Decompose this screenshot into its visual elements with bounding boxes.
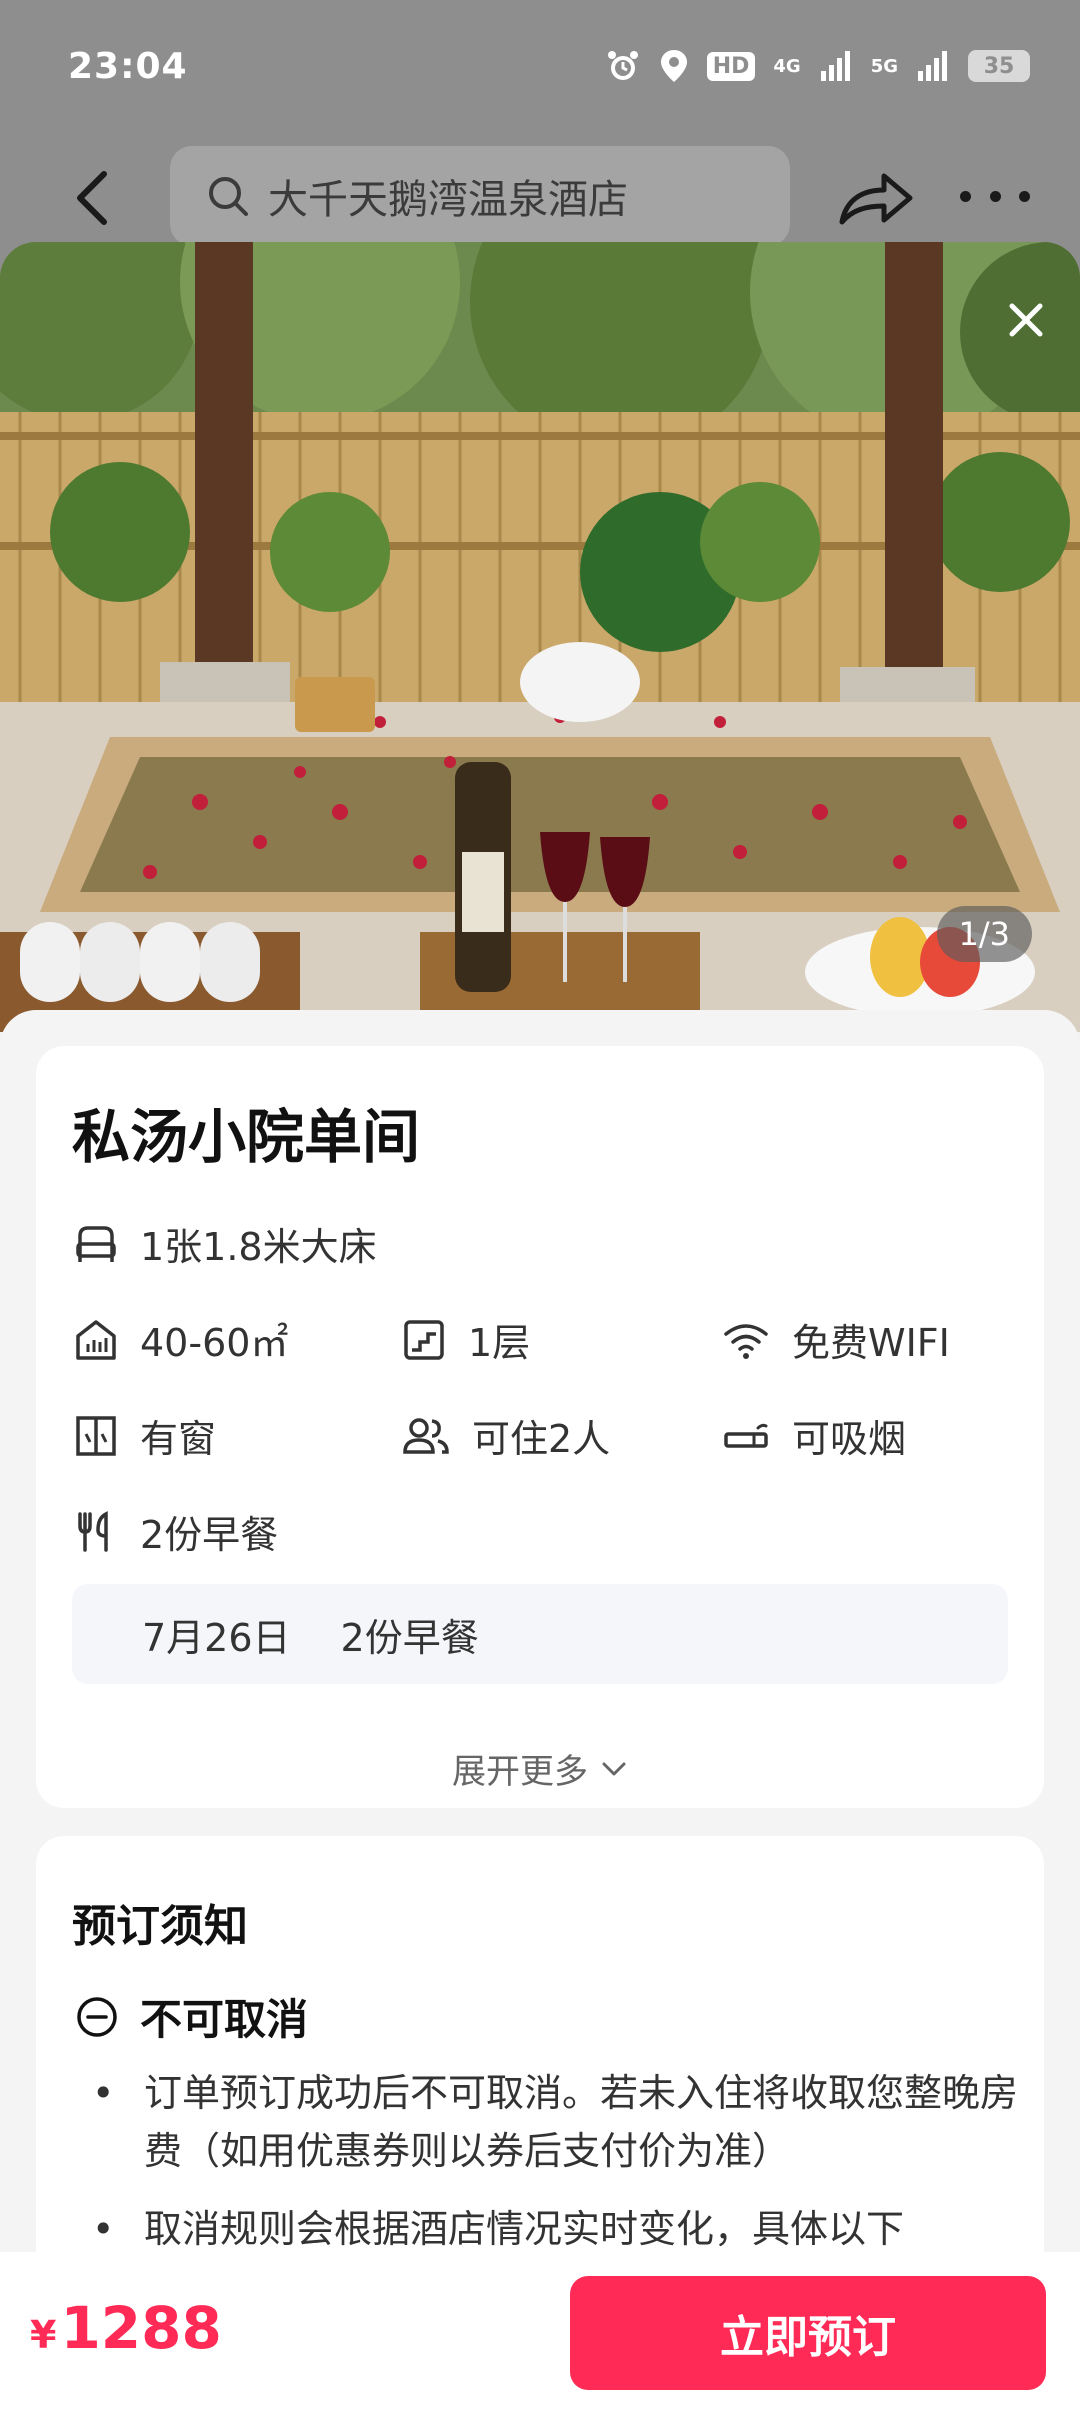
room-detail-sheet: 私汤小院单间 1张1.8米大床 40-60㎡ 1层 免费WIFI 有窗 可住2人 <box>0 1010 1080 2412</box>
close-button[interactable] <box>998 292 1054 348</box>
share-button[interactable] <box>836 166 916 230</box>
feature-wifi: 免费WIFI <box>722 1312 950 1367</box>
search-text: 大千天鹅湾温泉酒店 <box>268 177 628 223</box>
room-info-card: 私汤小院单间 1张1.8米大床 40-60㎡ 1层 免费WIFI 有窗 可住2人 <box>36 1046 1044 1808</box>
hd-badge: HD <box>706 51 756 81</box>
more-icon <box>989 190 1001 202</box>
feature-breakfast: 2份早餐 <box>74 1504 278 1559</box>
book-now-button[interactable]: 立即预订 <box>570 2276 1046 2390</box>
feature-smoking: 可吸烟 <box>722 1408 906 1463</box>
wifi-icon <box>724 1323 768 1359</box>
notice-title: 预订须知 <box>72 1901 248 1952</box>
status-time: 23:04 <box>68 46 188 87</box>
smoking-icon <box>724 1423 768 1448</box>
breakfast-icon <box>78 1510 108 1552</box>
feature-window-text: 有窗 <box>140 1417 217 1461</box>
feature-window: 有窗 <box>74 1408 216 1463</box>
network-label-2: 5G <box>870 55 898 77</box>
top-nav-bar: 大千天鹅湾温泉酒店 <box>0 140 1080 250</box>
meal-date: 7月26日 <box>142 1615 291 1660</box>
feature-area-text: 40-60㎡ <box>140 1321 289 1365</box>
meal-detail: 2份早餐 <box>340 1615 479 1660</box>
more-icon <box>960 190 971 202</box>
feature-occupancy: 可住2人 <box>402 1408 610 1463</box>
people-icon <box>403 1417 449 1454</box>
more-button[interactable] <box>960 176 1030 216</box>
price-currency: ¥ <box>30 2313 57 2357</box>
feature-floor-text: 1层 <box>468 1321 531 1365</box>
feature-breakfast-text: 2份早餐 <box>140 1513 279 1557</box>
back-icon <box>77 171 107 225</box>
floor-icon <box>404 1319 444 1360</box>
notice-rule-text: 订单预订成功后不可取消。若未入住将收取您整晚房费（如用优惠券则以券后支付价为准） <box>144 2071 1019 2173</box>
notice-rule: • 订单预订成功后不可取消。若未入住将收取您整晚房费（如用优惠券则以券后支付价为… <box>92 2064 1022 2180</box>
signal-icon <box>819 49 853 83</box>
alarm-icon <box>605 48 641 84</box>
feature-bed-text: 1张1.8米大床 <box>140 1225 377 1269</box>
window-icon <box>76 1415 116 1456</box>
room-photo[interactable]: 1/3 <box>0 242 1080 1032</box>
feature-area: 40-60㎡ <box>74 1312 288 1367</box>
price: ¥ 1288 <box>30 2294 222 2362</box>
location-icon <box>659 48 689 84</box>
notice-rule: • 取消规则会根据酒店情况实时变化，具体以下 <box>92 2200 1022 2258</box>
minus-circle-icon <box>77 1996 117 2037</box>
cancel-policy-label: 不可取消 <box>140 1995 309 2044</box>
share-icon <box>839 173 913 225</box>
area-icon <box>76 1319 116 1360</box>
chevron-down-icon <box>602 1762 626 1775</box>
search-bar[interactable]: 大千天鹅湾温泉酒店 <box>170 146 790 246</box>
room-photo-image <box>0 242 1080 1032</box>
status-bar: 23:04 HD 4G 5G 35 <box>0 0 1080 140</box>
photo-counter: 1/3 <box>936 906 1032 962</box>
bullet: • <box>92 2071 115 2115</box>
close-icon <box>1009 303 1043 337</box>
notice-rule-text: 取消规则会根据酒店情况实时变化，具体以下 <box>144 2207 905 2251</box>
feature-smoking-text: 可吸烟 <box>792 1417 907 1461</box>
back-button[interactable] <box>62 168 122 228</box>
meal-detail-box: 7月26日 2份早餐 <box>72 1584 1008 1684</box>
signal-icon <box>916 49 950 83</box>
feature-occupancy-text: 可住2人 <box>472 1417 611 1461</box>
bottom-action-bar: ¥ 1288 立即预订 <box>0 2252 1080 2412</box>
expand-more-label: 展开更多 <box>452 1752 588 1792</box>
cancel-policy: 不可取消 <box>76 1986 308 2047</box>
network-label-1: 4G <box>773 55 801 77</box>
expand-more-button[interactable]: 展开更多 <box>36 1744 1044 1793</box>
feature-wifi-text: 免费WIFI <box>792 1321 950 1365</box>
battery-icon: 35 <box>968 50 1030 82</box>
feature-bed: 1张1.8米大床 <box>74 1216 377 1271</box>
feature-floor: 1层 <box>402 1312 530 1367</box>
more-icon <box>1019 190 1030 202</box>
search-icon <box>209 177 248 216</box>
room-title: 私汤小院单间 <box>72 1103 421 1171</box>
bed-icon <box>76 1225 116 1262</box>
bullet: • <box>92 2207 115 2251</box>
status-icons: HD 4G 5G 35 <box>605 48 1030 84</box>
price-value: 1288 <box>60 2294 222 2362</box>
